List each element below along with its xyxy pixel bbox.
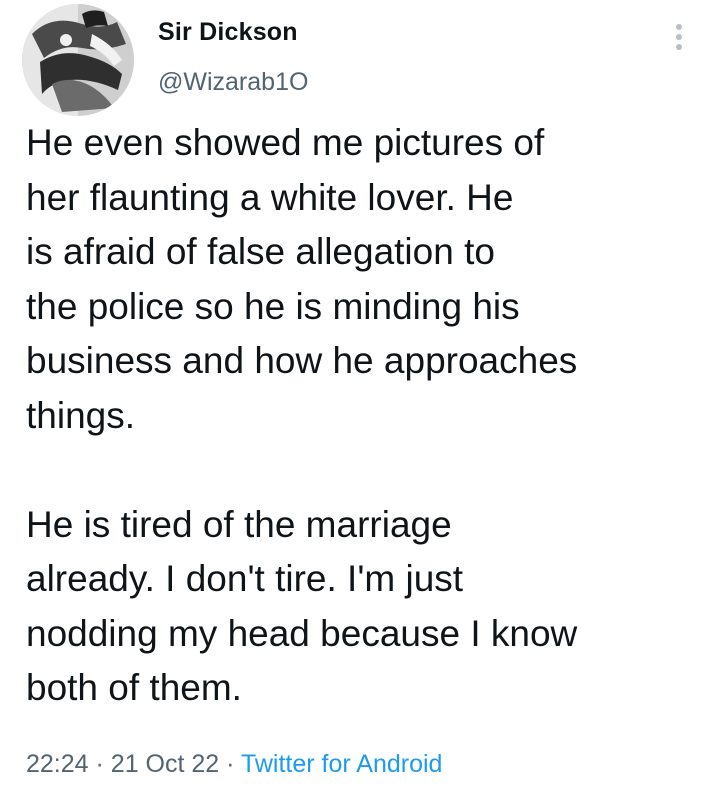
meta-separator: · [95,750,104,778]
author-handle[interactable]: @Wizarab1O [158,68,308,97]
tweet-text-line: the police so he is minding his [26,285,520,327]
tweet-text-line: is afraid of false allegation to [26,231,495,272]
tweet-text-line: both of them. [26,667,242,708]
tweet-date[interactable]: 21 Oct 22 [111,750,219,778]
tweet-text: He even showed me pictures of her flaunt… [26,116,706,716]
tweet-source-link[interactable]: Twitter for Android [241,750,442,778]
vertical-ellipsis-icon [676,44,682,50]
tweet-time[interactable]: 22:24 [26,750,89,778]
tweet: Sir Dickson @Wizarab1O He even showed me… [0,0,720,799]
vertical-ellipsis-icon [676,24,682,30]
avatar-photo-icon [22,4,134,116]
tweet-text-line: already. I don't tire. I'm just [26,558,464,599]
avatar[interactable] [22,4,134,116]
tweet-text-line: He even showed me pictures of [26,122,545,163]
meta-separator: · [226,750,235,778]
tweet-text-line: business and how he approaches [26,340,578,381]
tweet-text-line: her flaunting a white lover. He [26,176,514,218]
vertical-ellipsis-icon [676,34,682,40]
paragraph-break [26,443,706,498]
tweet-meta: 22:24 · 21 Oct 22 · Twitter for Android [26,750,442,779]
tweet-text-line: things. [26,394,136,436]
tweet-text-line: He is tired of the marriage [26,503,452,545]
author-name[interactable]: Sir Dickson [158,18,298,47]
tweet-text-line: nodding my head because I know [26,612,578,654]
more-options-button[interactable] [664,18,694,54]
